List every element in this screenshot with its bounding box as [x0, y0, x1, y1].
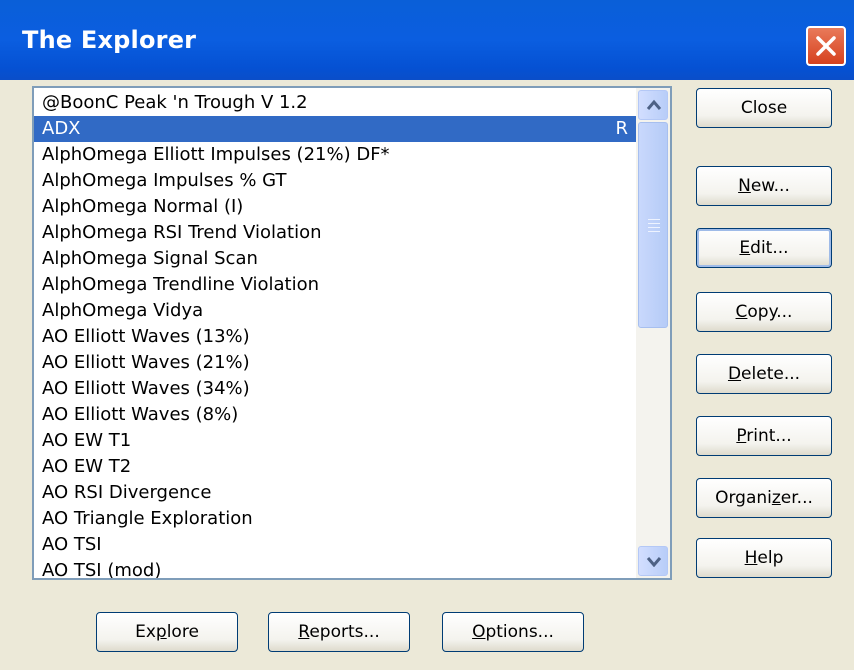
scroll-up-button[interactable]	[638, 90, 668, 120]
copy-mnemonic: C	[735, 302, 748, 322]
window-title: The Explorer	[22, 26, 197, 54]
list-item[interactable]: AlphOmega Trendline Violation	[34, 272, 638, 298]
grip-line	[648, 219, 660, 220]
list-item-label: AlphOmega Vidya	[42, 300, 204, 321]
list-item[interactable]: AlphOmega Vidya	[34, 298, 638, 324]
list-item-label: AO Elliott Waves (21%)	[42, 352, 250, 373]
chevron-down-icon	[646, 557, 662, 567]
list-item[interactable]: AlphOmega Elliott Impulses (21%) DF*	[34, 142, 638, 168]
scroll-down-button[interactable]	[638, 546, 668, 576]
list-item[interactable]: AO RSI Divergence	[34, 480, 638, 506]
exploration-items: @BoonC Peak 'n Trough V 1.2 ADX R AlphOmega…	[34, 90, 638, 580]
close-label: Close	[740, 98, 788, 118]
help-button[interactable]: Help	[696, 538, 832, 578]
list-item-label: AlphOmega RSI Trend Violation	[42, 222, 322, 243]
explore-label-start: Ex	[135, 622, 156, 642]
reports-button[interactable]: Reports...	[268, 612, 410, 652]
explore-mnemonic: p	[155, 622, 167, 642]
list-item-label: AlphOmega Trendline Violation	[42, 274, 320, 295]
edit-button[interactable]: Edit...	[696, 228, 832, 268]
dialog-body: @BoonC Peak 'n Trough V 1.2 ADX R AlphOmega…	[4, 80, 850, 666]
edit-mnemonic: E	[739, 238, 751, 258]
list-item[interactable]: AO Elliott Waves (21%)	[34, 350, 638, 376]
list-item-label: AO EW T2	[42, 456, 132, 477]
list-item-label: AO TSI	[42, 534, 102, 555]
delete-mnemonic: D	[727, 364, 742, 384]
options-button[interactable]: Options...	[442, 612, 584, 652]
copy-button[interactable]: Copy...	[696, 292, 832, 332]
options-mnemonic: O	[472, 622, 486, 642]
close-icon	[816, 36, 836, 56]
title-bar[interactable]: The Explorer	[0, 0, 854, 80]
list-item[interactable]: AlphOmega Signal Scan	[34, 246, 638, 272]
new-label: ew...	[750, 176, 790, 196]
list-item-label: AO RSI Divergence	[42, 482, 212, 503]
list-item-label: AlphOmega Normal (I)	[42, 196, 244, 217]
print-mnemonic: P	[736, 426, 747, 446]
organizer-mnemonic: z	[771, 488, 781, 508]
edit-label: dit...	[750, 238, 789, 258]
print-label: rint...	[746, 426, 792, 446]
organizer-label-start: Organi	[715, 488, 772, 508]
exploration-list[interactable]: @BoonC Peak 'n Trough V 1.2 ADX R AlphOmega…	[32, 86, 672, 580]
options-label: ptions...	[485, 622, 554, 642]
reports-label: eports...	[309, 622, 380, 642]
print-button[interactable]: Print...	[696, 416, 832, 456]
list-item-label: AlphOmega Elliott Impulses (21%) DF*	[42, 144, 390, 165]
vertical-scrollbar[interactable]	[636, 88, 670, 578]
list-item-label: AO TSI (mod)	[42, 560, 162, 580]
delete-button[interactable]: Delete...	[696, 354, 832, 394]
list-item-label: AO EW T1	[42, 430, 132, 451]
list-item-label: @BoonC Peak 'n Trough V 1.2	[42, 92, 308, 113]
list-item[interactable]: AO Elliott Waves (8%)	[34, 402, 638, 428]
new-button[interactable]: New...	[696, 166, 832, 206]
list-item[interactable]: AlphOmega RSI Trend Violation	[34, 220, 638, 246]
delete-label: elete...	[741, 364, 801, 384]
list-item-label: AO Triangle Exploration	[42, 508, 253, 529]
reports-mnemonic: R	[298, 622, 310, 642]
scroll-thumb[interactable]	[638, 122, 668, 328]
explore-button[interactable]: Explore	[96, 612, 238, 652]
window-close-button[interactable]	[806, 26, 846, 66]
help-mnemonic: H	[744, 548, 758, 568]
list-item-flag: R	[615, 118, 628, 139]
grip-line	[648, 227, 660, 228]
new-mnemonic: N	[738, 176, 751, 196]
list-item[interactable]: AlphOmega Normal (I)	[34, 194, 638, 220]
list-item-label: AO Elliott Waves (34%)	[42, 378, 250, 399]
organizer-label-end: er...	[780, 488, 813, 508]
list-item[interactable]: AO EW T2	[34, 454, 638, 480]
list-item[interactable]: AO Elliott Waves (34%)	[34, 376, 638, 402]
list-item[interactable]: AO TSI (mod)	[34, 558, 638, 580]
list-item[interactable]: AO TSI	[34, 532, 638, 558]
list-item-label: AlphOmega Impulses % GT	[42, 170, 287, 191]
copy-label: opy...	[747, 302, 793, 322]
close-button[interactable]: Close	[696, 88, 832, 128]
explore-label-end: lore	[166, 622, 199, 642]
list-item-label: AO Elliott Waves (8%)	[42, 404, 239, 425]
grip-line	[648, 223, 660, 224]
list-item[interactable]: AO EW T1	[34, 428, 638, 454]
list-item-label: AlphOmega Signal Scan	[42, 248, 258, 269]
organizer-button[interactable]: Organizer...	[696, 478, 832, 518]
explorer-dialog: The Explorer @BoonC Peak 'n Trough V 1.2…	[0, 0, 854, 670]
list-item[interactable]: AO Elliott Waves (13%)	[34, 324, 638, 350]
list-item[interactable]: ADX R	[34, 116, 638, 142]
list-item[interactable]: AlphOmega Impulses % GT	[34, 168, 638, 194]
help-label: elp	[757, 548, 784, 568]
list-item-label: AO Elliott Waves (13%)	[42, 326, 250, 347]
list-item[interactable]: AO Triangle Exploration	[34, 506, 638, 532]
list-item[interactable]: @BoonC Peak 'n Trough V 1.2	[34, 90, 638, 116]
chevron-up-icon	[646, 99, 662, 110]
grip-line	[648, 231, 660, 232]
list-item-label: ADX	[42, 118, 81, 139]
